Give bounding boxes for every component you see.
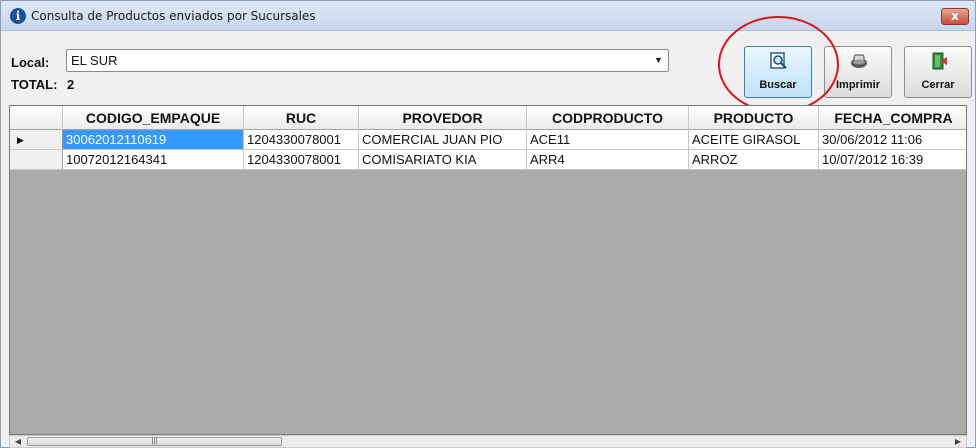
search-icon	[770, 52, 787, 69]
imprimir-button[interactable]: Imprimir	[824, 46, 892, 98]
row-header-current[interactable]: ▶	[10, 130, 63, 150]
table-cell[interactable]: 30062012110619	[63, 130, 244, 150]
total-value: 2	[67, 77, 75, 92]
scrollbar-thumb[interactable]: |||	[27, 437, 282, 446]
scroll-right-icon[interactable]: ▶	[950, 436, 966, 447]
table-cell[interactable]: COMISARIATO KIA	[359, 150, 527, 170]
local-label: Local:	[11, 55, 50, 70]
main-window: i Consulta de Productos enviados por Suc…	[0, 0, 976, 448]
info-icon: i	[10, 8, 26, 24]
cerrar-label: Cerrar	[921, 79, 955, 91]
column-header-ruc[interactable]: RUC	[244, 106, 359, 130]
imprimir-label: Imprimir	[835, 79, 880, 91]
local-select-value: EL SUR	[71, 53, 118, 68]
buscar-label: Buscar	[759, 79, 797, 91]
table-cell[interactable]: 10/07/2012 16:39	[819, 150, 966, 170]
table-cell[interactable]: COMERCIAL JUAN PIO	[359, 130, 527, 150]
close-window-button[interactable]: x	[941, 8, 969, 25]
table-cell[interactable]: 1204330078001	[244, 150, 359, 170]
grid-corner	[10, 106, 63, 130]
column-header-producto[interactable]: PRODUCTO	[689, 106, 819, 130]
grid-header: CODIGO_EMPAQUE RUC PROVEDOR CODPRODUCTO …	[10, 106, 966, 130]
table-cell[interactable]: 10072012164341	[63, 150, 244, 170]
column-header-codproducto[interactable]: CODPRODUCTO	[527, 106, 689, 130]
local-select[interactable]: EL SUR ▼	[66, 49, 669, 72]
table-cell[interactable]: ARROZ	[689, 150, 819, 170]
row-header[interactable]	[10, 150, 63, 170]
buscar-button[interactable]: Buscar	[744, 46, 812, 98]
chevron-down-icon[interactable]: ▼	[650, 51, 667, 70]
results-grid[interactable]: CODIGO_EMPAQUE RUC PROVEDOR CODPRODUCTO …	[9, 105, 967, 435]
table-cell[interactable]: 1204330078001	[244, 130, 359, 150]
column-header-codigo-empaque[interactable]: CODIGO_EMPAQUE	[63, 106, 244, 130]
title-bar[interactable]: i Consulta de Productos enviados por Suc…	[1, 1, 975, 31]
column-header-fecha-compra[interactable]: FECHA_COMPRA	[819, 106, 966, 130]
exit-door-icon	[932, 52, 947, 70]
table-cell[interactable]: ACE11	[527, 130, 689, 150]
table-cell[interactable]: ACEITE GIRASOL	[689, 130, 819, 150]
horizontal-scrollbar[interactable]: ◀ ||| ▶	[9, 435, 967, 448]
total-label: TOTAL:	[11, 77, 58, 92]
window-title: Consulta de Productos enviados por Sucur…	[31, 9, 316, 23]
table-cell[interactable]: 30/06/2012 11:06	[819, 130, 966, 150]
scroll-left-icon[interactable]: ◀	[10, 436, 26, 447]
printer-icon	[851, 54, 867, 68]
table-cell[interactable]: ARR4	[527, 150, 689, 170]
cerrar-button[interactable]: Cerrar	[904, 46, 972, 98]
column-header-provedor[interactable]: PROVEDOR	[359, 106, 527, 130]
